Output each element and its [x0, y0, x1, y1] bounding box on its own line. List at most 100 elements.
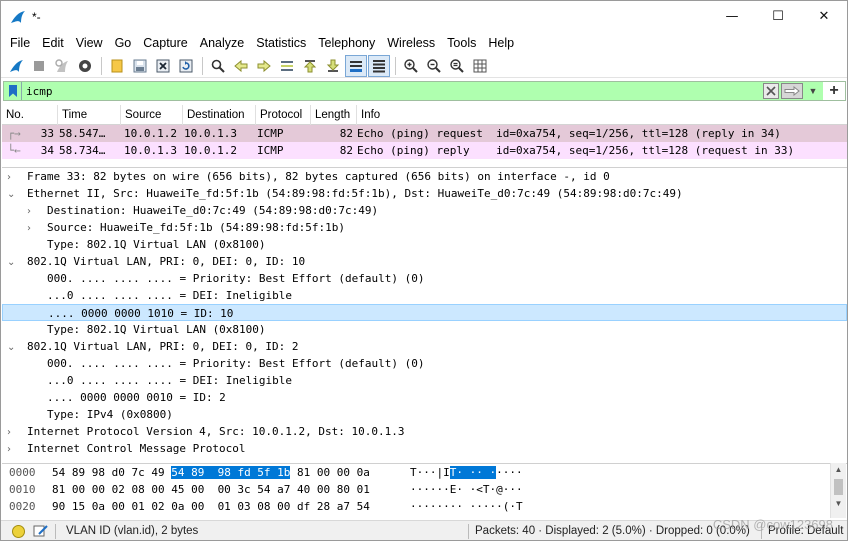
detail-text: 000. .... .... .... = Priority: Best Eff…	[47, 272, 425, 285]
collapsed-chevron-icon[interactable]: ›	[27, 203, 37, 220]
colorize-icon[interactable]	[368, 54, 390, 77]
detail-field-row[interactable]: ...0 .... .... .... = DEI: Ineligible	[2, 287, 847, 304]
capture-options-icon[interactable]	[74, 55, 96, 77]
packet-protocol: ICMP	[257, 144, 284, 157]
detail-protocol-row[interactable]: › Frame 33: 82 bytes on wire (656 bits), …	[2, 168, 847, 185]
add-filter-label: +	[829, 82, 839, 99]
detail-protocol-row[interactable]: ⌄ Ethernet II, Src: HuaweiTe_fd:5f:1b (54…	[2, 185, 847, 202]
menu-analyze[interactable]: Analyze	[194, 36, 250, 50]
menu-file[interactable]: File	[4, 36, 36, 50]
restart-capture-icon[interactable]	[51, 55, 73, 77]
detail-text: .... 0000 0000 0010 = ID: 2	[47, 391, 226, 404]
save-file-icon[interactable]	[129, 55, 151, 77]
expanded-chevron-icon[interactable]: ⌄	[7, 339, 17, 356]
close-button[interactable]: ✕	[801, 1, 847, 32]
wireshark-window: *- — ☐ ✕ File Edit View Go Capture Analy…	[0, 0, 848, 541]
detail-text: Source: HuaweiTe_fd:5f:1b (54:89:98:fd:5…	[47, 221, 346, 234]
zoom-in-icon[interactable]	[400, 55, 422, 77]
column-header-protocol[interactable]: Protocol	[256, 105, 311, 125]
packet-source: 10.0.1.2	[124, 127, 177, 140]
minimize-button[interactable]: —	[709, 1, 755, 32]
go-first-icon[interactable]	[299, 55, 321, 77]
menu-telephony[interactable]: Telephony	[312, 36, 381, 50]
column-header-length[interactable]: Length	[311, 105, 357, 125]
detail-protocol-row[interactable]: › Internet Control Message Protocol	[2, 440, 847, 457]
clear-filter-icon[interactable]	[763, 83, 779, 99]
column-header-destination[interactable]: Destination	[183, 105, 256, 125]
add-filter-button[interactable]: +	[823, 82, 845, 100]
packet-row[interactable]: ┌→ 33 58.547… 10.0.1.2 10.0.1.3 ICMP 82 …	[2, 125, 847, 142]
detail-field-row[interactable]: Type: 802.1Q Virtual LAN (0x8100)	[2, 321, 847, 338]
detail-field-row[interactable]: Type: 802.1Q Virtual LAN (0x8100)	[2, 236, 847, 253]
scrollbar-thumb[interactable]	[834, 479, 843, 495]
scroll-down-icon[interactable]: ▼	[831, 497, 846, 511]
menu-statistics[interactable]: Statistics	[250, 36, 312, 50]
expert-info-icon[interactable]	[12, 524, 25, 538]
menu-edit[interactable]: Edit	[36, 36, 70, 50]
detail-field-row[interactable]: › Source: HuaweiTe_fd:5f:1b (54:89:98:fd:…	[2, 219, 847, 236]
scroll-up-icon[interactable]: ▲	[831, 463, 846, 477]
menu-capture[interactable]: Capture	[137, 36, 193, 50]
start-capture-icon[interactable]	[5, 55, 27, 77]
detail-field-row[interactable]: 000. .... .... .... = Priority: Best Eff…	[2, 270, 847, 287]
zoom-out-icon[interactable]	[423, 55, 445, 77]
apply-filter-icon[interactable]	[781, 83, 803, 99]
find-packet-icon[interactable]	[207, 55, 229, 77]
stop-capture-icon[interactable]	[28, 55, 50, 77]
go-to-packet-icon[interactable]	[276, 55, 298, 77]
bytes-hex: 54 89 98 d0 7c 49 54 89 98 fd 5f 1b 81 0…	[52, 464, 370, 481]
detail-text: 802.1Q Virtual LAN, PRI: 0, DEI: 0, ID: …	[27, 255, 306, 268]
detail-field-row[interactable]: Type: IPv4 (0x0800)	[2, 406, 847, 423]
go-forward-icon[interactable]	[253, 55, 275, 77]
detail-protocol-row[interactable]: ⌄ 802.1Q Virtual LAN, PRI: 0, DEI: 0, ID:…	[2, 253, 847, 270]
display-filter-input[interactable]	[22, 83, 761, 99]
bytes-offset: 0020	[9, 500, 36, 513]
edit-comment-icon[interactable]	[33, 524, 49, 538]
column-header-info[interactable]: Info	[357, 105, 847, 125]
packet-time: 58.547…	[59, 127, 106, 140]
menu-wireless[interactable]: Wireless	[381, 36, 441, 50]
collapsed-chevron-icon[interactable]: ›	[27, 220, 37, 237]
bytes-offset: 0010	[9, 483, 36, 496]
column-header-no[interactable]: No.	[2, 105, 58, 125]
bytes-row[interactable]: 0020 90 15 0a 00 01 02 0a 00 01 03 08 00 …	[2, 498, 847, 515]
collapsed-chevron-icon[interactable]: ›	[7, 441, 17, 458]
detail-field-row[interactable]: 000. .... .... .... = Priority: Best Eff…	[2, 355, 847, 372]
filter-history-dropdown-icon[interactable]: ▼	[805, 83, 821, 99]
bytes-row[interactable]: 0010 81 00 00 02 08 00 45 00 00 3c 54 a7 …	[2, 481, 847, 498]
go-last-icon[interactable]	[322, 55, 344, 77]
bytes-scrollbar[interactable]: ▲ ▼	[830, 463, 846, 518]
zoom-normal-icon[interactable]	[446, 55, 468, 77]
detail-protocol-row[interactable]: › Internet Protocol Version 4, Src: 10.0.…	[2, 423, 847, 440]
menu-help[interactable]: Help	[482, 36, 520, 50]
detail-field-row[interactable]: › Destination: HuaweiTe_d0:7c:49 (54:89:9…	[2, 202, 847, 219]
autoscroll-icon[interactable]	[345, 54, 367, 77]
detail-field-row[interactable]: ...0 .... .... .... = DEI: Ineligible	[2, 372, 847, 389]
bytes-row[interactable]: 0000 54 89 98 d0 7c 49 54 89 98 fd 5f 1b …	[2, 464, 847, 481]
go-back-icon[interactable]	[230, 55, 252, 77]
resize-columns-icon[interactable]	[469, 55, 491, 77]
status-divider	[55, 523, 56, 539]
detail-text: Ethernet II, Src: HuaweiTe_fd:5f:1b (54:…	[27, 187, 683, 200]
menu-view[interactable]: View	[70, 36, 109, 50]
close-file-icon[interactable]	[152, 55, 174, 77]
column-header-time[interactable]: Time	[58, 105, 121, 125]
packet-details-tree: › Frame 33: 82 bytes on wire (656 bits), …	[2, 167, 847, 460]
packet-info: Echo (ping) request id=0xa754, seq=1/256…	[357, 127, 781, 140]
detail-field-row[interactable]: .... 0000 0000 1010 = ID: 10	[2, 304, 847, 321]
bookmark-icon[interactable]	[4, 82, 22, 100]
open-file-icon[interactable]	[106, 55, 128, 77]
packet-row[interactable]: └← 34 58.734… 10.0.1.3 10.0.1.2 ICMP 82 …	[2, 142, 847, 159]
expanded-chevron-icon[interactable]: ⌄	[7, 186, 17, 203]
expanded-chevron-icon[interactable]: ⌄	[7, 254, 17, 271]
maximize-button[interactable]: ☐	[755, 1, 801, 32]
collapsed-chevron-icon[interactable]: ›	[7, 169, 17, 186]
menu-tools[interactable]: Tools	[441, 36, 482, 50]
collapsed-chevron-icon[interactable]: ›	[7, 424, 17, 441]
packet-destination: 10.0.1.2	[184, 144, 237, 157]
column-header-source[interactable]: Source	[121, 105, 183, 125]
detail-protocol-row[interactable]: ⌄ 802.1Q Virtual LAN, PRI: 0, DEI: 0, ID:…	[2, 338, 847, 355]
reload-file-icon[interactable]	[175, 55, 197, 77]
detail-field-row[interactable]: .... 0000 0000 0010 = ID: 2	[2, 389, 847, 406]
menu-go[interactable]: Go	[109, 36, 138, 50]
